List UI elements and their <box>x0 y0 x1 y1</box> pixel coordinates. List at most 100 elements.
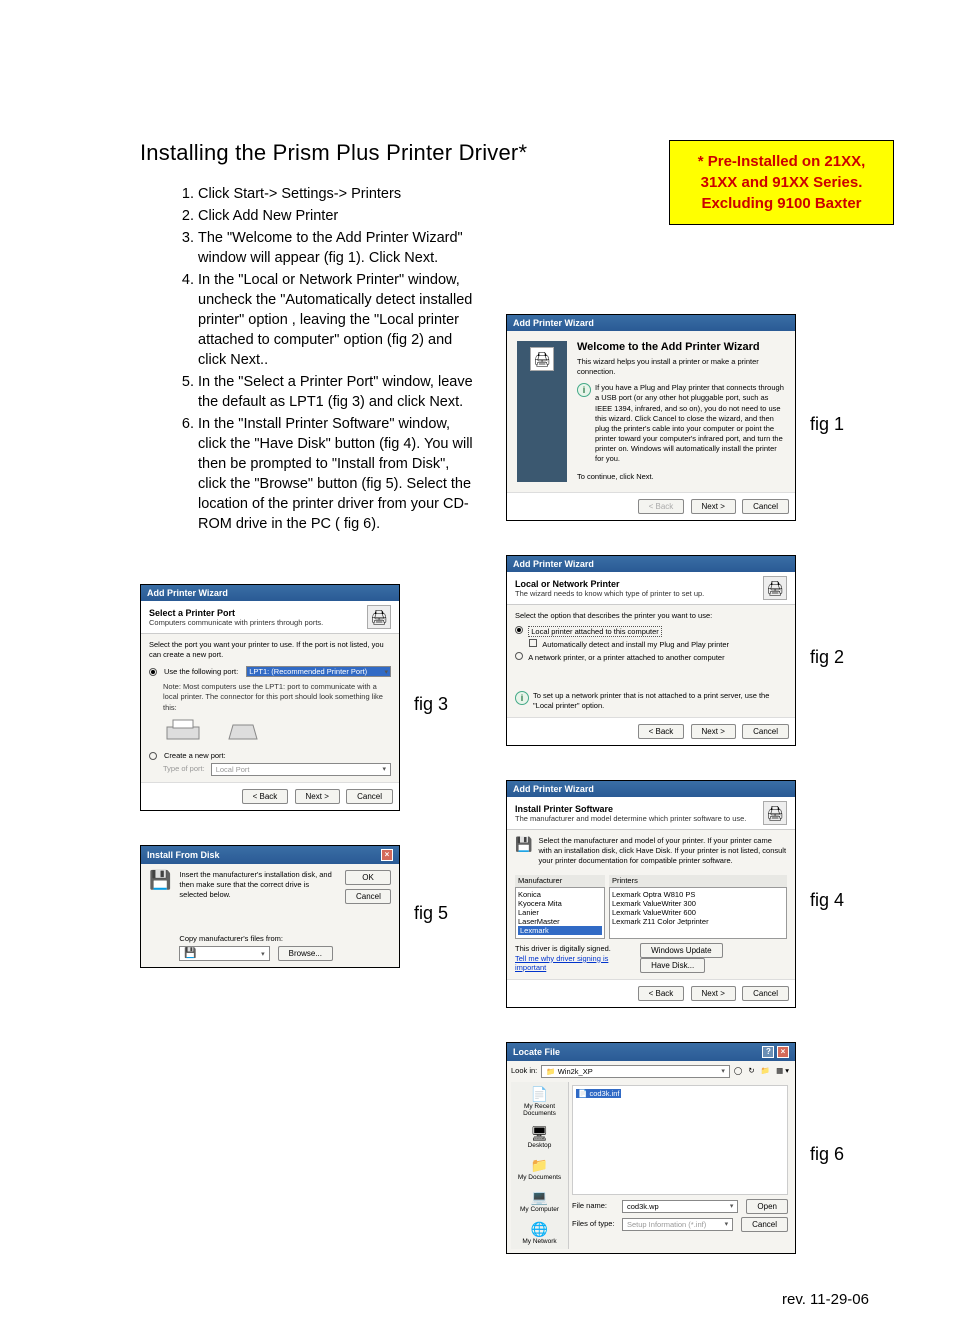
cancel-button[interactable]: Cancel <box>742 986 789 1001</box>
tip-text: To set up a network printer that is not … <box>533 691 787 711</box>
dialog-local-network: Add Printer Wizard Local or Network Prin… <box>506 555 796 746</box>
radio-create-port[interactable] <box>149 752 157 760</box>
wizard-intro: This wizard helps you install a printer … <box>577 357 785 377</box>
printer-icon: 🖨 <box>763 801 787 825</box>
section-heading: Local or Network Printer <box>515 579 704 589</box>
cancel-button[interactable]: Cancel <box>741 1217 788 1232</box>
dialog-title: Locate File <box>513 1047 560 1057</box>
install-steps: Click Start-> Settings-> Printers Click … <box>198 184 480 534</box>
cancel-button[interactable]: Cancel <box>345 889 391 904</box>
list-item[interactable]: Konica <box>518 890 602 899</box>
back-button[interactable]: < Back <box>638 986 685 1001</box>
printer-illustration <box>163 717 203 745</box>
signed-text: This driver is digitally signed. <box>515 944 636 954</box>
checkbox-auto-detect[interactable] <box>529 639 537 647</box>
place-documents[interactable]: 📁My Documents <box>511 1153 568 1185</box>
step: In the "Select a Printer Port" window, l… <box>198 372 480 412</box>
next-button[interactable]: Next > <box>691 986 736 1001</box>
dialog-install-from-disk: Install From Disk × 💾 Insert the manufac… <box>140 845 400 969</box>
filetype-select: Setup Information (*.inf)▾ <box>622 1218 733 1231</box>
places-bar[interactable]: 📄My Recent Documents 🖥Desktop 📁My Docume… <box>511 1082 569 1249</box>
col-printers: Printers <box>609 875 787 887</box>
prompt-text: Insert the manufacturer's installation d… <box>179 870 333 900</box>
step: Click Start-> Settings-> Printers <box>198 184 480 204</box>
file-list[interactable]: 📄 cod3k.inf <box>572 1085 788 1195</box>
list-item[interactable]: LaserMaster <box>518 917 602 926</box>
col-manufacturer: Manufacturer <box>515 875 605 887</box>
lookin-label: Look in: <box>511 1066 537 1076</box>
continue-text: To continue, click Next. <box>577 472 785 482</box>
back-button: < Back <box>638 499 685 514</box>
list-item[interactable]: Lexmark ValueWriter 300 <box>612 899 784 908</box>
next-button[interactable]: Next > <box>295 789 340 804</box>
section-sub: The wizard needs to know which type of p… <box>515 589 704 598</box>
list-item[interactable]: Lexmark Optra W810 PS <box>612 890 784 899</box>
browse-button[interactable]: Browse... <box>278 946 333 961</box>
back-button[interactable]: < Back <box>638 724 685 739</box>
disk-icon: 💾 <box>149 870 171 962</box>
open-button[interactable]: Open <box>746 1199 788 1214</box>
connector-illustration <box>223 717 263 745</box>
section-heading: Select a Printer Port <box>149 608 323 618</box>
info-icon: i <box>577 383 591 397</box>
printer-list[interactable]: Lexmark Optra W810 PS Lexmark ValueWrite… <box>609 887 787 939</box>
place-recent[interactable]: 📄My Recent Documents <box>511 1082 568 1121</box>
help-icon[interactable]: ? <box>762 1046 774 1058</box>
filetype-label: Files of type: <box>572 1219 618 1229</box>
section-sub: Computers communicate with printers thro… <box>149 618 323 627</box>
dialog-select-port: Add Printer Wizard Select a Printer Port… <box>140 584 400 811</box>
radio-label: Create a new port: <box>164 751 226 761</box>
close-icon[interactable]: × <box>381 849 393 861</box>
radio-label: A network printer, or a printer attached… <box>528 653 724 662</box>
place-desktop[interactable]: 🖥Desktop <box>511 1121 568 1153</box>
list-item[interactable]: Lexmark Z11 Color Jetprinter <box>612 917 784 926</box>
nav-icons[interactable]: ◯ ↻ 📁 ▦▾ <box>734 1066 791 1076</box>
cancel-button[interactable]: Cancel <box>346 789 393 804</box>
cancel-button[interactable]: Cancel <box>742 724 789 739</box>
radio-network-printer[interactable] <box>515 652 523 660</box>
manufacturer-list[interactable]: Konica Kyocera Mita Lanier LaserMaster L… <box>515 887 605 939</box>
figure-label: fig 3 <box>414 694 448 715</box>
windows-update-button[interactable]: Windows Update <box>640 943 722 958</box>
port-select[interactable]: LPT1: (Recommended Printer Port)▾ <box>246 666 391 677</box>
lookin-select[interactable]: 📁 Win2k_XP▾ <box>541 1065 730 1078</box>
prompt-text: Select the manufacturer and model of you… <box>538 836 787 866</box>
list-item[interactable]: Kyocera Mita <box>518 899 602 908</box>
dialog-locate-file: Locate File ? × Look in: 📁 Win2k_XP▾ <box>506 1042 796 1254</box>
file-item[interactable]: 📄 cod3k.inf <box>576 1089 621 1098</box>
filename-label: File name: <box>572 1201 618 1211</box>
step: Click Add New Printer <box>198 206 480 226</box>
revision-date: rev. 11-29-06 <box>782 1291 869 1308</box>
radio-use-port[interactable] <box>149 668 157 676</box>
filename-input[interactable]: cod3k.wp▾ <box>622 1200 738 1213</box>
have-disk-button[interactable]: Have Disk... <box>640 958 705 973</box>
back-button[interactable]: < Back <box>242 789 289 804</box>
list-item[interactable]: Lexmark ValueWriter 600 <box>612 908 784 917</box>
next-button[interactable]: Next > <box>691 499 736 514</box>
disk-icon: 💾 <box>515 836 532 866</box>
prompt-text: Select the option that describes the pri… <box>515 611 787 621</box>
port-note: Note: Most computers use the LPT1: port … <box>163 682 391 712</box>
section-heading: Install Printer Software <box>515 804 746 814</box>
list-item[interactable]: Lanier <box>518 908 602 917</box>
cancel-button[interactable]: Cancel <box>742 499 789 514</box>
signing-link[interactable]: Tell me why driver signing is important <box>515 954 636 972</box>
dialog-install-software: Add Printer Wizard Install Printer Softw… <box>506 780 796 1008</box>
radio-label: Local printer attached to this computer <box>528 626 662 637</box>
next-button[interactable]: Next > <box>691 724 736 739</box>
wizard-heading: Welcome to the Add Printer Wizard <box>577 341 785 353</box>
radio-local-printer[interactable] <box>515 626 523 634</box>
place-network[interactable]: 🌐My Network <box>511 1217 568 1249</box>
figure-label: fig 2 <box>810 647 844 668</box>
copy-from-label: Copy manufacturer's files from: <box>179 934 333 944</box>
dialog-title: Add Printer Wizard <box>513 784 594 794</box>
printer-icon: 🖨 <box>367 605 391 629</box>
wizard-info: If you have a Plug and Play printer that… <box>595 383 785 464</box>
checkbox-label: Automatically detect and install my Plug… <box>542 640 729 649</box>
place-computer[interactable]: 💻My Computer <box>511 1185 568 1217</box>
list-item[interactable]: Lexmark <box>518 926 602 935</box>
path-select[interactable]: 💾▾ <box>179 946 269 961</box>
close-icon[interactable]: × <box>777 1046 789 1058</box>
printer-icon: 🖨 <box>530 347 554 371</box>
ok-button[interactable]: OK <box>345 870 391 885</box>
